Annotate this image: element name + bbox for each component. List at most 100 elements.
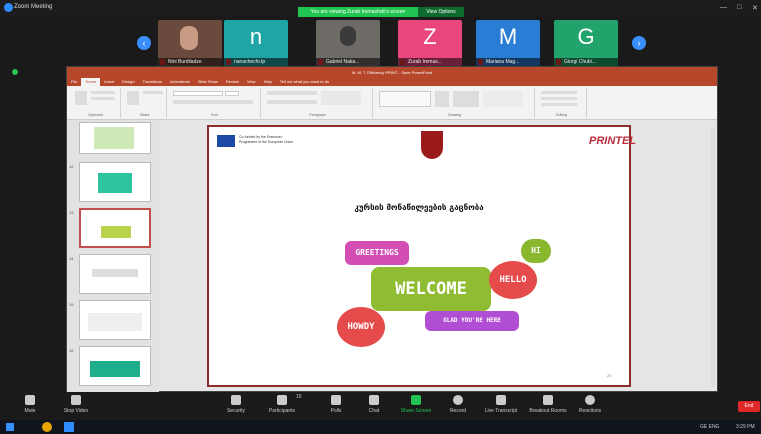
meeting-controls: Mute Stop Video Security Participants 15… [0,392,761,420]
participant-initial: G [577,24,595,49]
slide-number: 13 [69,210,74,215]
tab-view[interactable]: View [243,78,260,86]
tab-transitions[interactable]: Transitions [139,78,166,86]
windows-taskbar: GE ENG 3:29 PM [0,420,761,434]
vertical-scrollbar[interactable] [711,127,715,387]
participant-tile[interactable]: G Giorgi Chubi... [554,20,618,66]
chrome-icon[interactable] [42,422,52,432]
microphone-icon [25,395,35,405]
slide-heading: კურსის მონაწილეების გაცნობა [354,203,484,212]
tab-slide-show[interactable]: Slide Show [194,78,222,86]
cofunded-text: Co-funded by the Erasmus+ Programme of t… [239,135,294,144]
participant-strip: ‹ Nini Burdiladze n nanachechi.tp Gabrie… [0,18,761,68]
record-icon [453,395,463,405]
end-meeting-button[interactable]: End [738,401,760,412]
powerpoint-title: M. M. T. Efficiency PRINT... Save PowerP… [67,67,717,78]
slide-thumbnail[interactable] [79,254,151,294]
shared-screen: M. M. T. Efficiency PRINT... Save PowerP… [66,66,718,393]
close-icon[interactable]: ✕ [752,4,758,12]
participant-video [180,26,198,50]
participant-name: nanachechi.tp [224,58,288,66]
maximize-icon[interactable]: □ [737,4,741,11]
ribbon-group-paragraph: Paragraph [263,88,373,118]
live-transcript-button[interactable]: Live Transcript [478,395,524,414]
ribbon-group-slides: Slides [123,88,167,118]
tab-help[interactable]: Help [260,78,276,86]
zoom-taskbar-icon[interactable] [64,422,74,432]
tab-animations[interactable]: Animations [166,78,194,86]
stop-video-button[interactable]: Stop Video [56,395,96,414]
slide-thumbnail[interactable] [79,162,151,202]
clock[interactable]: 3:29 PM [736,424,755,430]
eu-flag-icon [217,135,235,147]
reactions-button[interactable]: Reactions [570,395,610,414]
current-slide: Co-funded by the Erasmus+ Programme of t… [207,125,636,387]
share-screen-button[interactable]: Share Screen [396,395,436,414]
slide-thumbnails-pane: 12 13 14 15 16 [67,120,159,393]
participants-count: 15 [296,394,302,400]
breakout-rooms-button[interactable]: Breakout Rooms [524,395,572,414]
connection-status-icon [12,69,18,75]
slide-thumbnail[interactable] [79,300,151,340]
slide-page-number: 20 [607,373,612,378]
windows-start-icon[interactable] [6,423,14,431]
slide-thumbnail[interactable] [79,122,151,154]
welcome-bubble: WELCOME [371,267,491,311]
zoom-logo-icon [4,3,13,12]
participant-tile[interactable]: Gabriel Naka... [316,20,380,66]
printel-logo: PRINTEL [589,135,637,147]
security-button[interactable]: Security [216,395,256,414]
participant-name: Nini Burdiladze [158,58,222,66]
polls-button[interactable]: Polls [316,395,356,414]
participant-initial: Z [423,24,437,49]
slide-number: 16 [69,348,74,353]
breakout-rooms-icon [543,395,553,405]
participant-name: Gabriel Naka... [316,58,380,66]
shield-icon [231,395,241,405]
slide-thumbnail-selected[interactable] [79,208,151,248]
ribbon-group-clipboard: Clipboard [71,88,121,118]
howdy-bubble: HOWDY [337,307,385,347]
greetings-bubble: GREETINGS [345,241,409,265]
ribbon: Clipboard Slides Font Paragraph Drawing … [67,86,717,120]
smiley-icon [585,395,595,405]
ribbon-tabs: File Home Insert Design Transitions Animation… [67,78,717,86]
tell-me-search[interactable]: Tell me what you want to do [276,78,333,86]
record-button[interactable]: Record [438,395,478,414]
ribbon-group-editing: Editing [537,88,587,118]
viewing-notice: You are viewing Zurab Iremashvili's scre… [298,7,418,17]
slide-number: 15 [69,302,74,307]
ribbon-group-drawing: Drawing [375,88,535,118]
window-title: Zoom Meeting [14,4,53,10]
next-page-icon[interactable]: › [632,36,646,50]
participant-name: Giorgi Chubi... [554,58,618,66]
tab-file[interactable]: File [67,78,81,86]
university-crest-icon [421,131,443,159]
mute-button[interactable]: Mute [10,395,50,414]
cc-icon [496,395,506,405]
keyboard-language[interactable]: GE ENG [700,424,719,430]
share-screen-icon [411,395,421,405]
participant-tile[interactable]: Z Zurab Iremas... [398,20,462,66]
tab-review[interactable]: Review [222,78,243,86]
glad-bubble: GLAD YOU'RE HERE [425,311,519,331]
bar-chart-icon [331,395,341,405]
participants-icon [277,395,287,405]
participant-initial: M [498,24,518,49]
tab-home[interactable]: Home [81,78,101,86]
slide-thumbnail[interactable] [79,346,151,386]
participant-video [340,26,356,46]
prev-page-icon[interactable]: ‹ [137,36,151,50]
slide-number: 12 [69,164,74,169]
participant-tile[interactable]: n nanachechi.tp [224,20,288,66]
tab-insert[interactable]: Insert [100,78,118,86]
chat-button[interactable]: Chat [354,395,394,414]
minimize-icon[interactable]: — [720,4,727,11]
participant-tile[interactable]: Nini Burdiladze [158,20,222,66]
participant-initial: n [249,24,263,49]
video-camera-icon [71,395,81,405]
view-options-button[interactable]: View Options [418,7,464,17]
chat-bubble-icon [369,395,379,405]
participant-tile[interactable]: M Mariana Mag... [476,20,540,66]
tab-design[interactable]: Design [118,78,138,86]
